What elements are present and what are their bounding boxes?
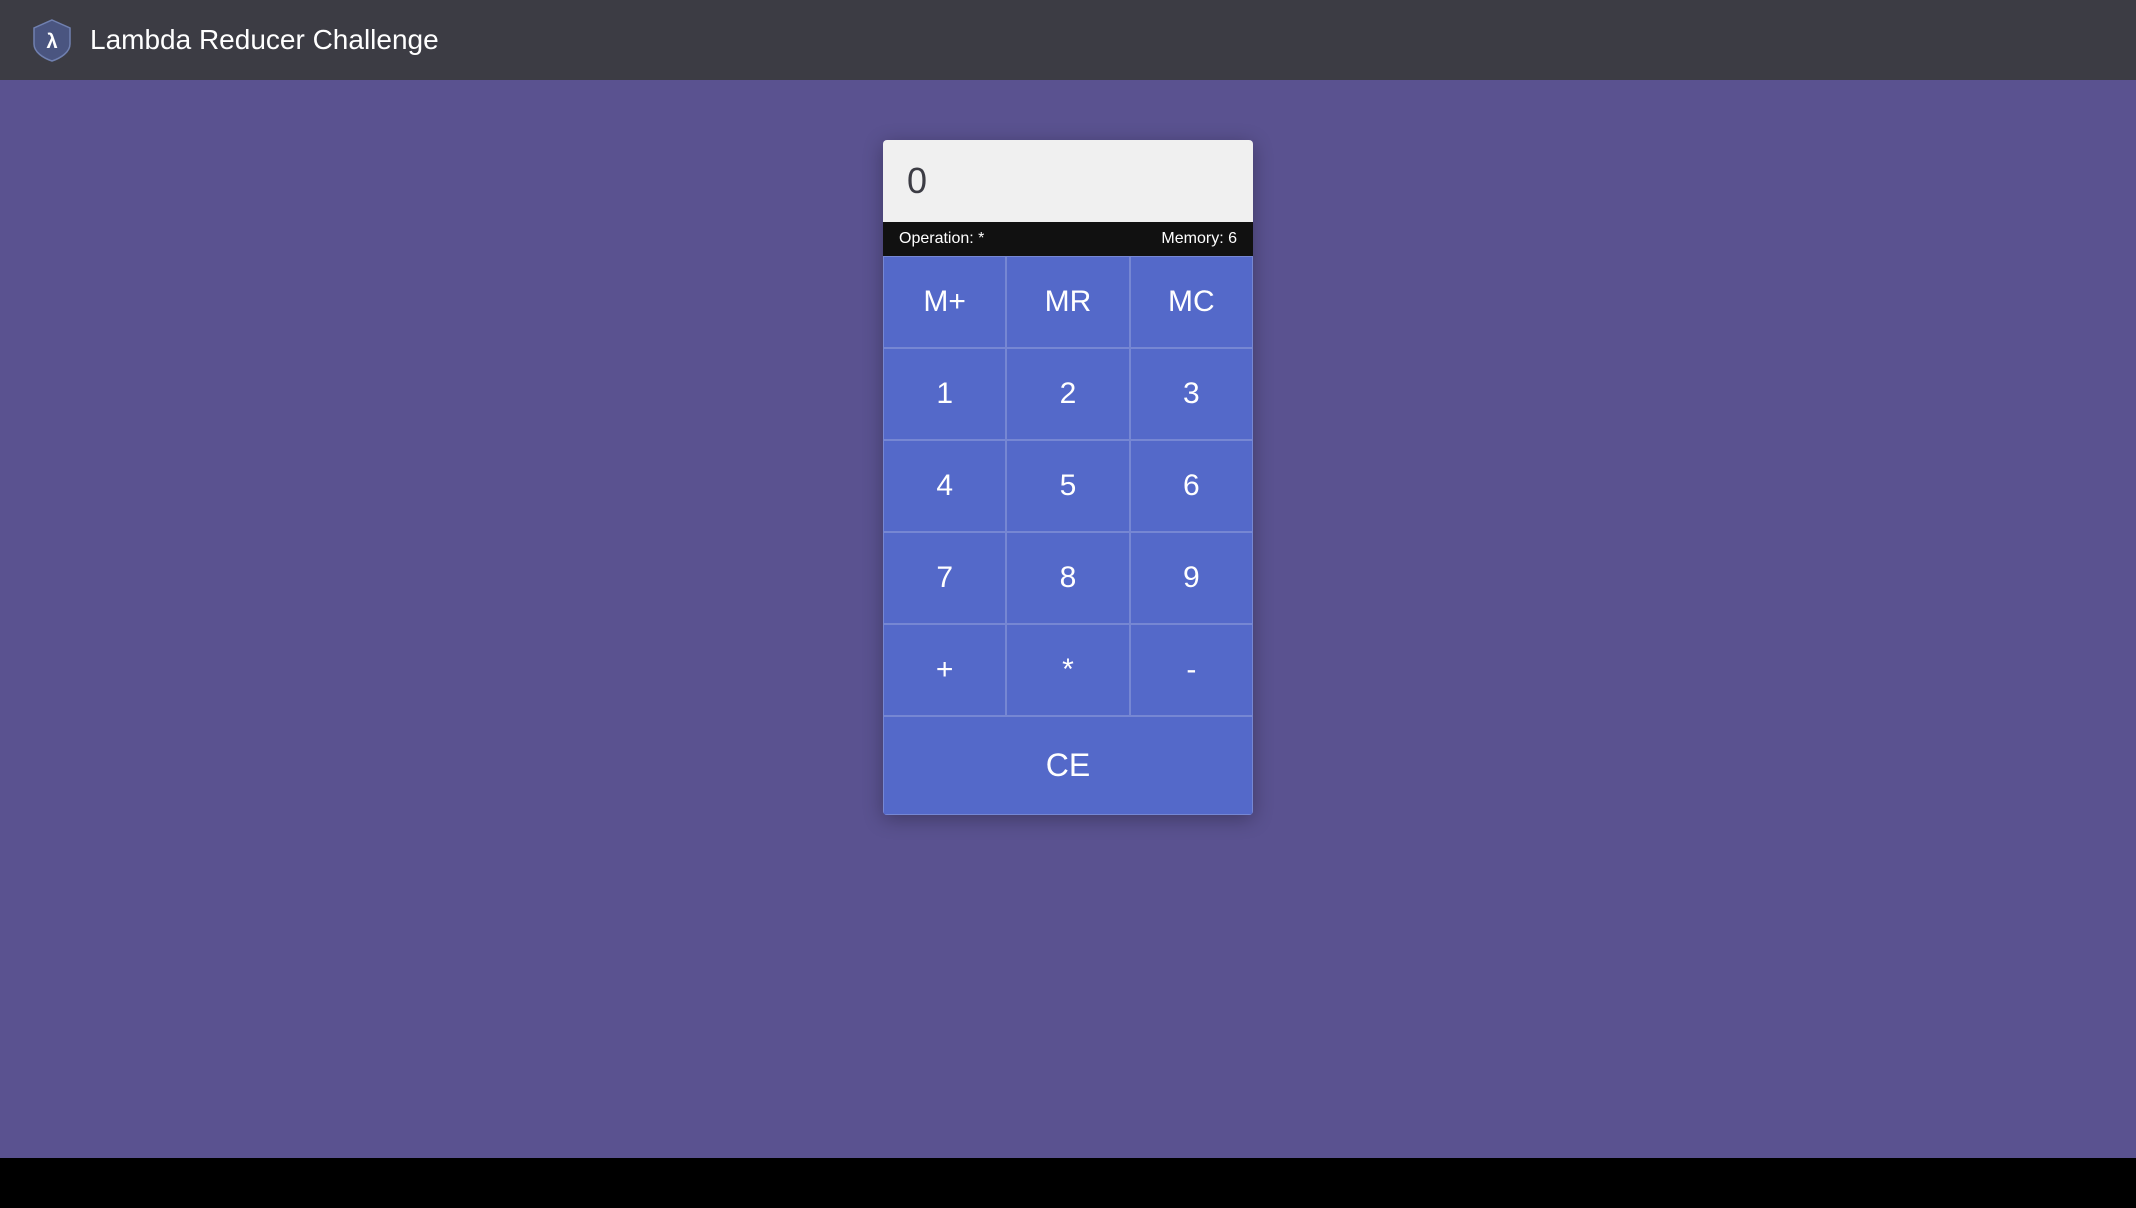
- button-mc[interactable]: MC: [1130, 256, 1253, 348]
- main-content: 0 Operation: * Memory: 6 M+ MR MC 1 2 3 …: [0, 80, 2136, 1158]
- buttons-grid: M+ MR MC 1 2 3 4 5 6 7 8 9 + * - CE: [883, 256, 1253, 815]
- button-6[interactable]: 6: [1130, 440, 1253, 532]
- button-8[interactable]: 8: [1006, 532, 1129, 624]
- button-2[interactable]: 2: [1006, 348, 1129, 440]
- button-plus[interactable]: +: [883, 624, 1006, 716]
- button-3[interactable]: 3: [1130, 348, 1253, 440]
- button-4[interactable]: 4: [883, 440, 1006, 532]
- button-mr[interactable]: MR: [1006, 256, 1129, 348]
- app-title: Lambda Reducer Challenge: [90, 24, 439, 56]
- button-minus[interactable]: -: [1130, 624, 1253, 716]
- button-multiply[interactable]: *: [1006, 624, 1129, 716]
- status-bar: Operation: * Memory: 6: [883, 222, 1253, 256]
- button-5[interactable]: 5: [1006, 440, 1129, 532]
- display: 0: [883, 140, 1253, 222]
- button-7[interactable]: 7: [883, 532, 1006, 624]
- app-header: λ Lambda Reducer Challenge: [0, 0, 2136, 80]
- button-1[interactable]: 1: [883, 348, 1006, 440]
- lambda-shield-icon: λ: [30, 18, 74, 62]
- calculator: 0 Operation: * Memory: 6 M+ MR MC 1 2 3 …: [883, 140, 1253, 815]
- display-value: 0: [907, 160, 927, 202]
- memory-status: Memory: 6: [1161, 230, 1237, 248]
- button-9[interactable]: 9: [1130, 532, 1253, 624]
- button-m-plus[interactable]: M+: [883, 256, 1006, 348]
- button-ce[interactable]: CE: [883, 716, 1253, 815]
- svg-text:λ: λ: [46, 31, 57, 53]
- footer-bar: [0, 1158, 2136, 1208]
- operation-status: Operation: *: [899, 230, 984, 248]
